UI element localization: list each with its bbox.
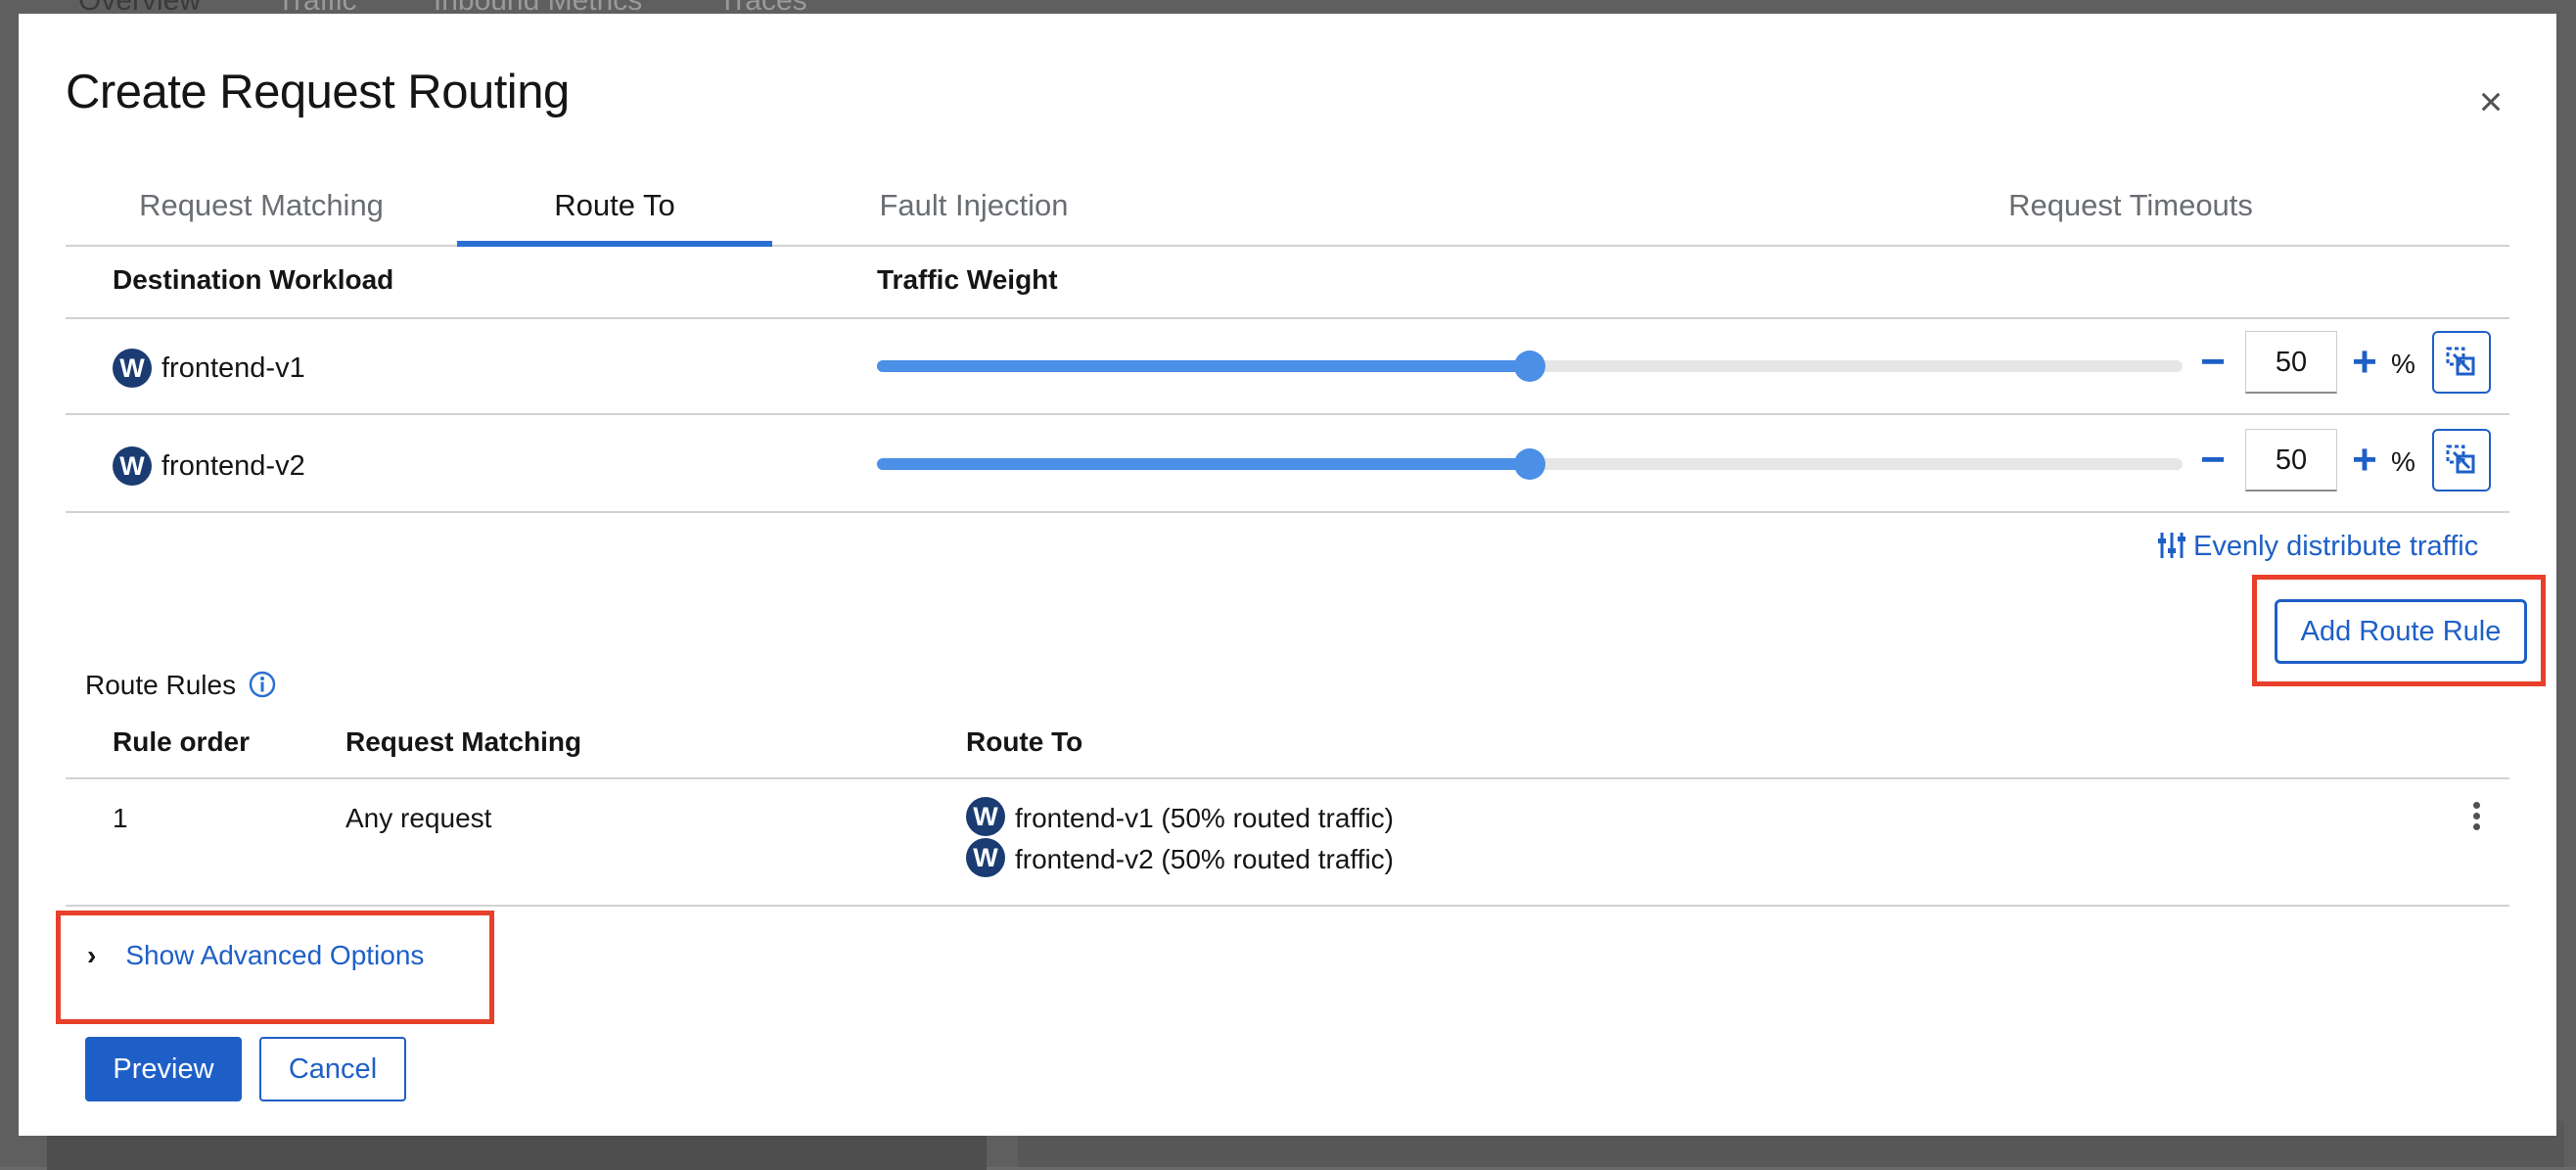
info-icon[interactable]	[248, 670, 277, 704]
percent-unit: %	[2391, 349, 2415, 379]
unlink-icon	[2446, 347, 2475, 376]
increase-weight-button[interactable]: +	[2347, 439, 2382, 482]
cancel-button[interactable]: Cancel	[259, 1037, 406, 1101]
evenly-distribute-label: Evenly distribute traffic	[2193, 531, 2479, 562]
workload-name: frontend-v1	[161, 352, 305, 384]
header-request-matching: Request Matching	[345, 726, 582, 757]
modal-title: Create Request Routing	[66, 66, 570, 118]
header-traffic-weight: Traffic Weight	[877, 264, 1058, 295]
route-rules-label: Route Rules	[85, 670, 237, 700]
route-rule-row: 1 Any request W frontend-v1 (50% routed …	[66, 777, 2509, 907]
show-advanced-options-toggle[interactable]: › Show Advanced Options	[87, 940, 424, 971]
percent-unit: %	[2391, 446, 2415, 477]
close-icon[interactable]: ×	[2471, 81, 2510, 122]
header-rule-order: Rule order	[113, 726, 251, 757]
wizard-tabs: Request Matching Route To Fault Injectio…	[66, 170, 2509, 247]
kebab-menu-icon[interactable]	[2466, 799, 2486, 838]
slider-fill	[877, 360, 1530, 372]
workload-row: W frontend-v1 − 50 + %	[66, 317, 2509, 415]
chevron-right-icon: ›	[87, 940, 97, 970]
workload-badge-icon: W	[113, 446, 152, 486]
add-route-rule-button[interactable]: Add Route Rule	[2275, 599, 2527, 664]
tab-route-to[interactable]: Route To	[457, 170, 772, 247]
tab-request-timeouts[interactable]: Request Timeouts	[1984, 170, 2277, 245]
workload-badge-icon: W	[966, 797, 1005, 836]
workload-badge-icon: W	[113, 349, 152, 388]
traffic-weight-slider[interactable]	[877, 351, 2183, 382]
tab-fault-injection[interactable]: Fault Injection	[772, 170, 1175, 245]
workload-row: W frontend-v2 − 50 + %	[66, 415, 2509, 513]
decrease-weight-button[interactable]: −	[2195, 341, 2231, 384]
lock-weight-button[interactable]	[2432, 429, 2491, 491]
decrease-weight-button[interactable]: −	[2195, 439, 2231, 482]
increase-weight-button[interactable]: +	[2347, 341, 2382, 384]
rule-order-value: 1	[113, 803, 128, 833]
workload-name: frontend-v2	[161, 450, 305, 482]
lock-weight-button[interactable]	[2432, 331, 2491, 394]
show-advanced-options-label: Show Advanced Options	[125, 940, 425, 970]
route-rules-table-header: Rule order Request Matching Route To	[66, 715, 2509, 779]
preview-button[interactable]: Preview	[85, 1037, 242, 1101]
header-route-to: Route To	[966, 726, 1083, 757]
traffic-weight-slider[interactable]	[877, 448, 2183, 480]
weight-input[interactable]: 50	[2245, 331, 2337, 394]
unlink-icon	[2446, 445, 2475, 474]
workload-table-header: Destination Workload Traffic Weight	[66, 245, 2509, 319]
slider-thumb[interactable]	[1514, 448, 1545, 480]
tab-request-matching[interactable]: Request Matching	[66, 170, 457, 245]
header-destination-workload: Destination Workload	[113, 264, 394, 295]
sliders-icon	[2158, 533, 2185, 558]
rule-matching-value: Any request	[345, 803, 492, 833]
workload-badge-icon: W	[966, 838, 1005, 877]
create-request-routing-modal: Create Request Routing × Request Matchin…	[19, 14, 2556, 1136]
rule-route-text: frontend-v2 (50% routed traffic)	[1015, 844, 1395, 874]
rule-route-text: frontend-v1 (50% routed traffic)	[1015, 803, 1395, 833]
slider-fill	[877, 458, 1530, 470]
evenly-distribute-traffic-link[interactable]: Evenly distribute traffic	[2158, 531, 2478, 563]
slider-thumb[interactable]	[1514, 351, 1545, 382]
weight-input[interactable]: 50	[2245, 429, 2337, 491]
